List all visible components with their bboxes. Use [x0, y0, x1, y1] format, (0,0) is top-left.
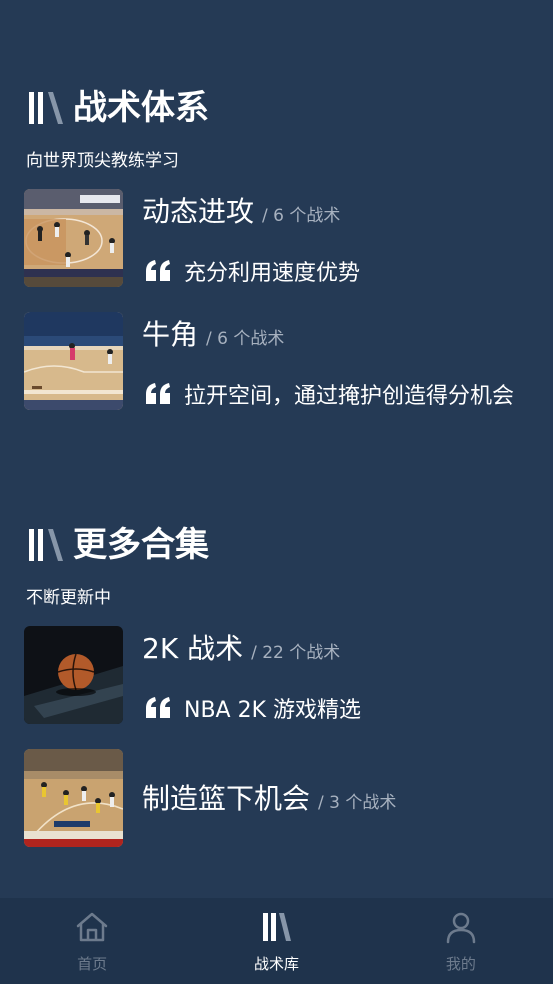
card-title: 制造篮下机会 / 3 个战术: [142, 782, 396, 820]
tactics-library-screen: 战术体系 向世界顶尖教练学习 动态进攻 / 6 个战术 充分利用速度优势 牛角 …: [0, 0, 553, 984]
card-title-text: 制造篮下机会: [142, 782, 311, 815]
tab-label: 首页: [77, 955, 108, 973]
card-thumbnail: [24, 749, 123, 847]
tab-home[interactable]: 首页: [0, 898, 184, 984]
quote-icon: [146, 383, 170, 404]
card-quote: NBA 2K 游戏精选: [144, 692, 361, 724]
profile-icon: [446, 912, 476, 944]
tactic-count: / 6 个战术: [262, 206, 341, 226]
section-logo-icon: [29, 529, 63, 561]
home-icon: [76, 912, 108, 942]
card-title: 牛角 / 6 个战术: [142, 318, 284, 356]
section-logo-icon: [29, 92, 63, 124]
section-title: 更多合集: [73, 525, 209, 565]
tactics-library-icon: [263, 913, 292, 941]
section-header: 战术体系: [27, 88, 209, 128]
section-subtitle: 不断更新中: [26, 588, 111, 608]
card-title-text: 牛角: [142, 318, 199, 351]
quote-text: 充分利用速度优势: [184, 261, 361, 286]
tactic-count: / 3 个战术: [318, 793, 397, 813]
tab-tactics-library[interactable]: 战术库: [184, 898, 368, 984]
card-title-text: 2K 战术: [142, 632, 244, 665]
section-header: 更多合集: [27, 525, 209, 565]
bottom-tab-bar: 首页 战术库 我的: [0, 898, 553, 984]
quote-icon: [146, 697, 170, 718]
tactic-card-horns[interactable]: 牛角 / 6 个战术 拉开空间，通过掩护创造得分机会: [24, 312, 553, 412]
section-title: 战术体系: [73, 88, 209, 128]
card-quote: 充分利用速度优势: [144, 255, 360, 287]
quote-text: NBA 2K 游戏精选: [184, 698, 362, 723]
card-thumbnail: [24, 312, 123, 410]
quote-text: 拉开空间，通过掩护创造得分机会: [184, 384, 515, 409]
card-title: 动态进攻 / 6 个战术: [142, 195, 340, 233]
tab-profile[interactable]: 我的: [369, 898, 553, 984]
tactic-card-paint-opportunities[interactable]: 制造篮下机会 / 3 个战术: [24, 749, 553, 849]
card-quote: 拉开空间，通过掩护创造得分机会: [144, 378, 514, 410]
tactic-card-dynamic-offense[interactable]: 动态进攻 / 6 个战术 充分利用速度优势: [24, 189, 553, 289]
tactic-count: / 22 个战术: [251, 643, 341, 663]
section-subtitle: 向世界顶尖教练学习: [26, 151, 179, 171]
card-title: 2K 战术 / 22 个战术: [142, 632, 340, 670]
tactic-card-2k[interactable]: 2K 战术 / 22 个战术 NBA 2K 游戏精选: [24, 626, 553, 726]
tab-label: 我的: [445, 955, 476, 973]
quote-icon: [146, 260, 170, 281]
tab-label: 战术库: [253, 955, 299, 973]
card-thumbnail: [24, 189, 123, 287]
tactic-count: / 6 个战术: [206, 329, 285, 349]
card-thumbnail: [24, 626, 123, 724]
card-title-text: 动态进攻: [142, 195, 255, 228]
